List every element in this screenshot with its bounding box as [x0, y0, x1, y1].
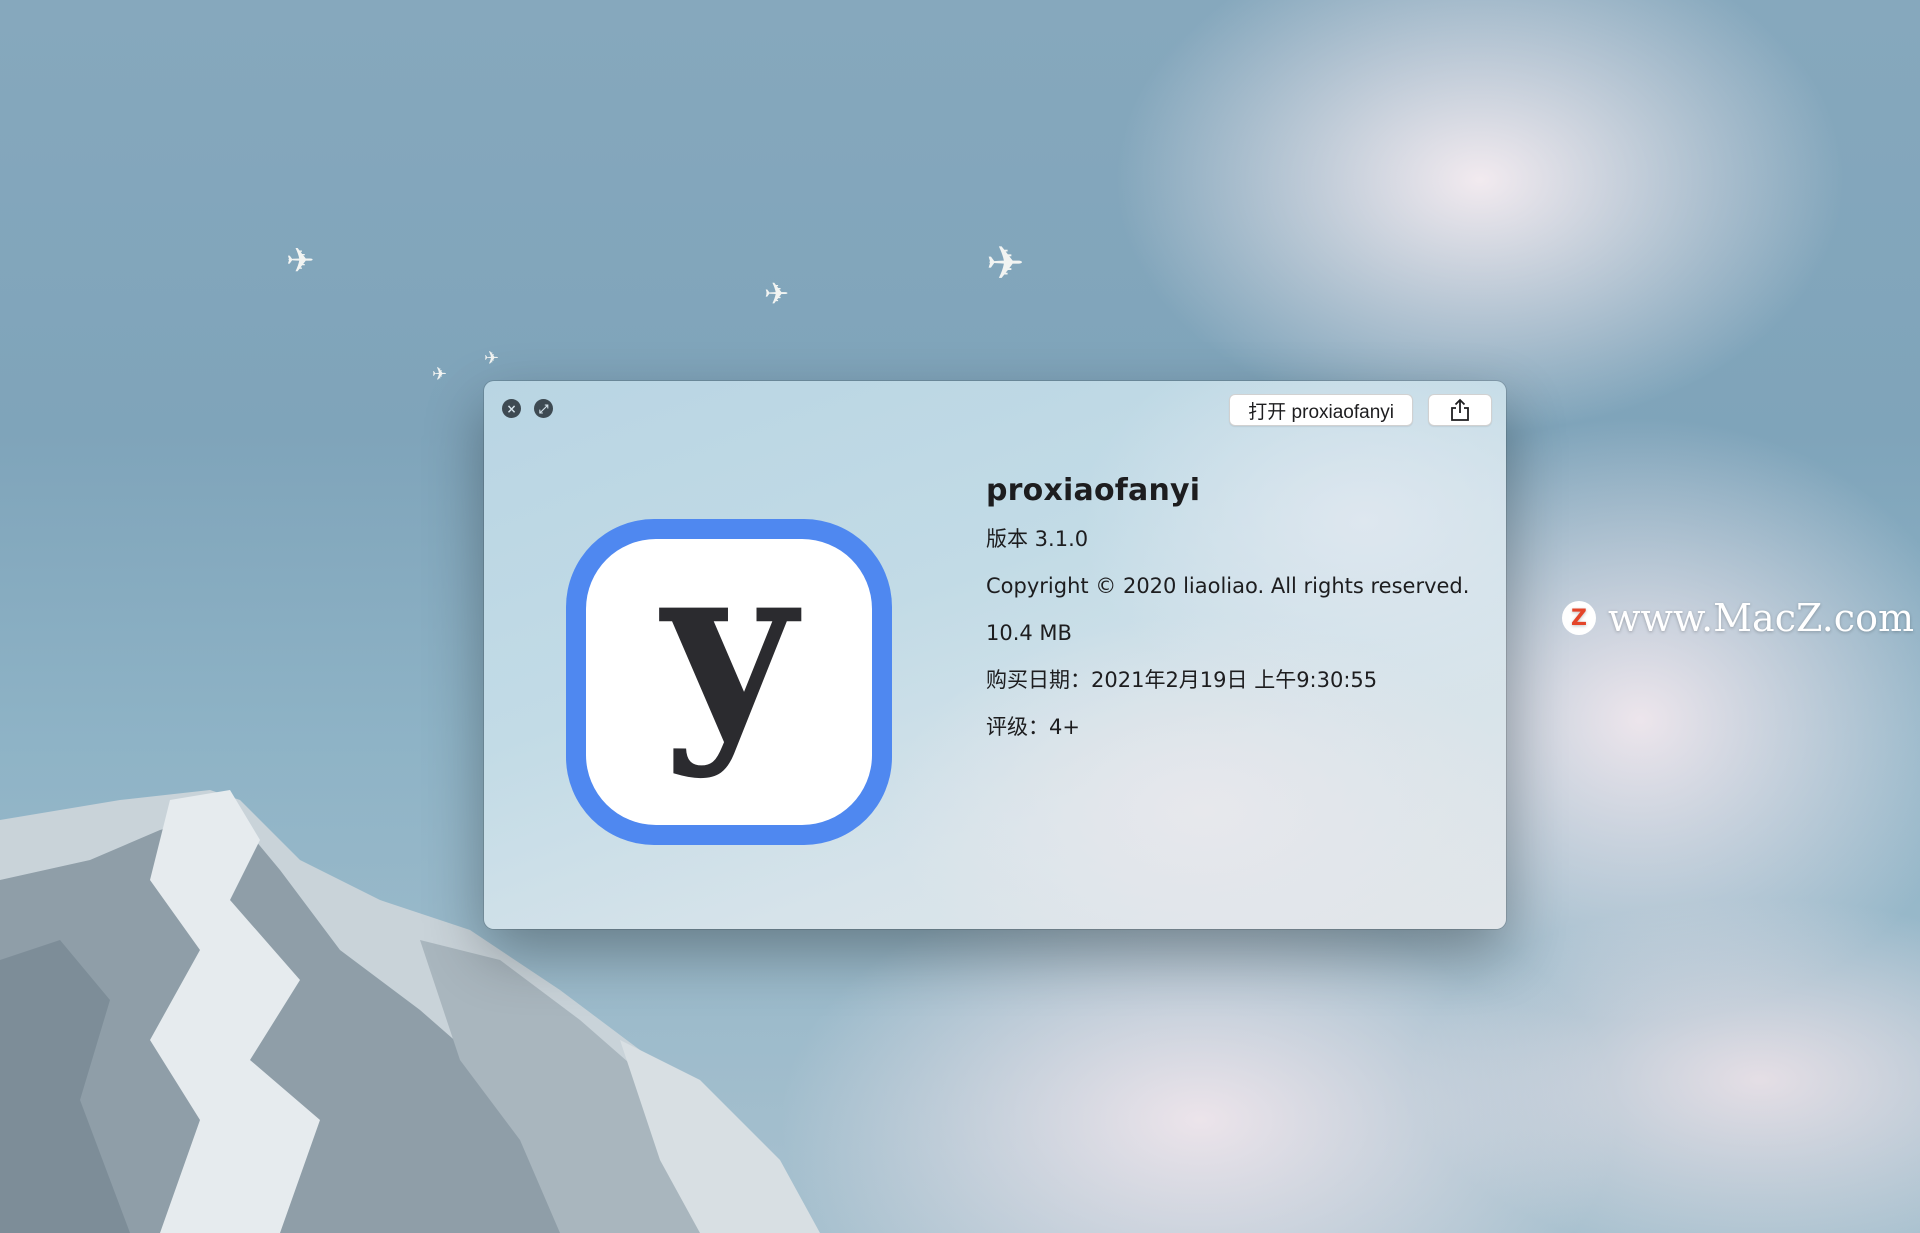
- app-version: 版本 3.1.0: [986, 527, 1089, 551]
- fullscreen-icon[interactable]: ⤢: [534, 399, 553, 418]
- watermark: Z www.MacZ.com: [1562, 596, 1914, 640]
- bird-icon: ✈: [484, 348, 500, 369]
- window-controls: × ⤢: [502, 399, 553, 418]
- share-button[interactable]: [1428, 394, 1492, 426]
- bird-icon: ✈: [286, 241, 315, 281]
- watermark-logo-icon: Z: [1562, 601, 1596, 635]
- close-icon[interactable]: ×: [502, 399, 521, 418]
- window-toolbar: 打开 proxiaofanyi: [1229, 394, 1492, 426]
- app-info-window: × ⤢ 打开 proxiaofanyi y proxiaofanyi 版本 3.…: [484, 381, 1506, 929]
- watermark-text: www.MacZ.com: [1608, 596, 1915, 640]
- purchase-date: 购买日期：2021年2月19日 上午9:30:55: [986, 668, 1378, 692]
- app-icon-face: y: [586, 532, 872, 825]
- app-name: proxiaofanyi: [986, 473, 1201, 508]
- app-icon-glyph: y: [662, 512, 796, 782]
- share-icon: [1451, 398, 1469, 421]
- app-details: proxiaofanyi 版本 3.1.0 Copyright © 2020 l…: [986, 473, 1469, 761]
- bird-icon: ✈: [764, 277, 790, 312]
- app-icon: y: [566, 519, 892, 845]
- app-size: 10.4 MB: [986, 621, 1072, 645]
- app-copyright: Copyright © 2020 liaoliao. All rights re…: [986, 574, 1470, 598]
- bird-icon: ✈: [986, 236, 1025, 290]
- app-rating: 评级：4+: [986, 715, 1080, 739]
- open-app-button[interactable]: 打开 proxiaofanyi: [1229, 394, 1413, 426]
- desktop-wallpaper: ✈ ✈ ✈ ✈ ✈ Z www.MacZ.com × ⤢ 打开 proxiaof…: [0, 0, 1920, 1233]
- bird-icon: ✈: [432, 364, 448, 385]
